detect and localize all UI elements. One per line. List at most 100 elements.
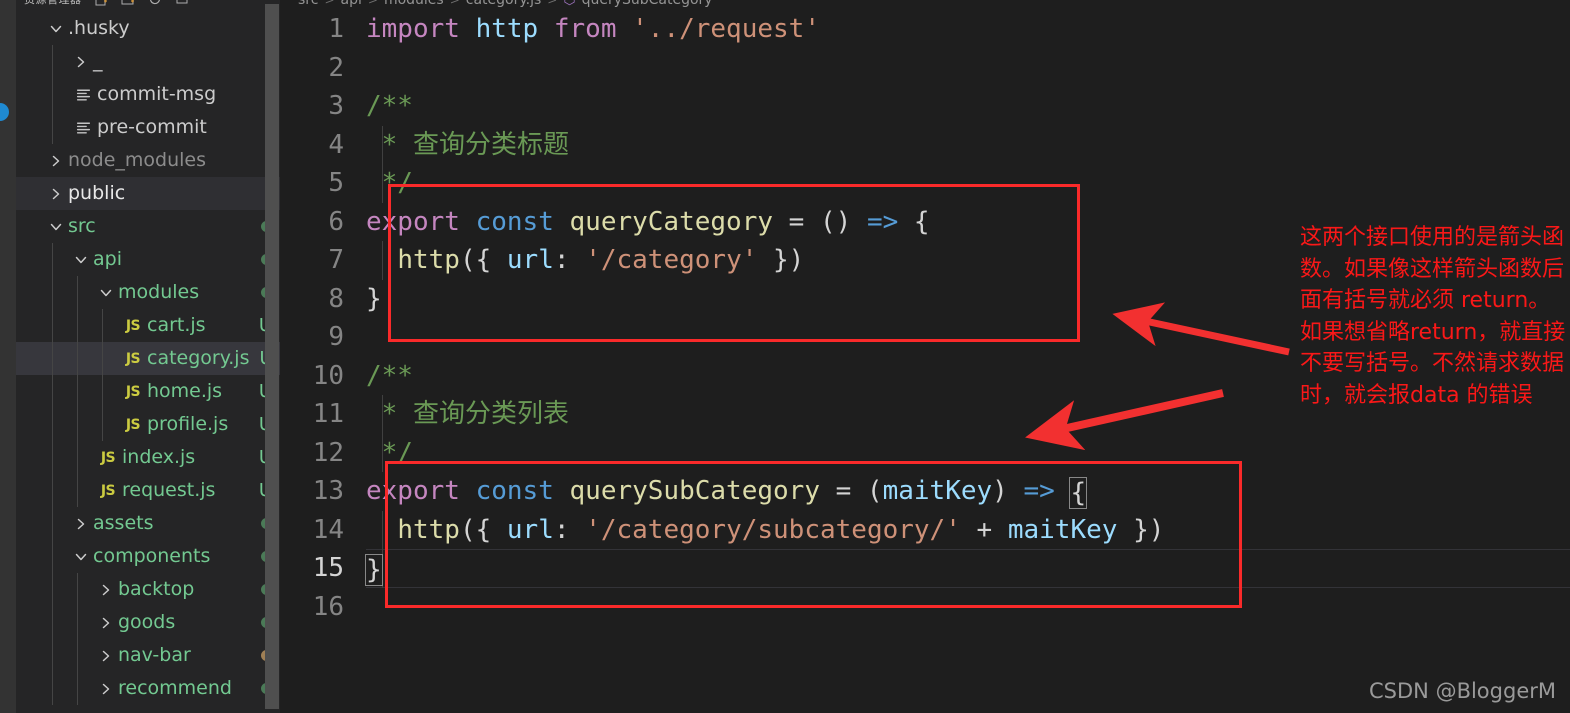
code-indent-guide [382, 510, 383, 549]
tree-item-profile-js[interactable]: JSprofile.jsU [16, 408, 280, 441]
breadcrumb-separator: > [547, 0, 558, 7]
line-number: 5 [328, 168, 344, 199]
code-token: queryCategory [569, 206, 774, 237]
tree-item-commit-msg[interactable]: commit-msg [16, 78, 280, 111]
code-text: export const querySubCategory = (maitKey… [366, 472, 1570, 511]
tree-item-category-js[interactable]: JScategory.jsU [16, 342, 280, 375]
tree-item-home-js[interactable]: JShome.jsU [16, 375, 280, 408]
code-token: + [960, 514, 1008, 545]
tree-item-label: goods [118, 611, 176, 633]
breadcrumb-separator: > [449, 0, 460, 7]
indent-guide [52, 540, 53, 573]
breadcrumb-item[interactable]: modules [384, 0, 444, 8]
new-folder-icon[interactable] [120, 0, 136, 7]
code-line[interactable]: 14 http({ url: '/category/subcategory/' … [280, 510, 1570, 549]
tree-item-nav-bar[interactable]: nav-bar [16, 639, 280, 672]
sidebar-scrollbar-thumb[interactable] [265, 4, 279, 709]
indent-guide [77, 606, 78, 639]
chevron-down-icon[interactable] [71, 243, 91, 276]
chevron-down-icon[interactable] [46, 12, 66, 45]
tree-item-pre-commit[interactable]: pre-commit [16, 111, 280, 144]
tree-item-src[interactable]: src [16, 210, 280, 243]
tree-item-label: cart.js [147, 314, 206, 336]
tree-item-modules[interactable]: modules [16, 276, 280, 309]
chevron-right-icon[interactable] [96, 672, 116, 705]
code-line[interactable]: 15} [280, 549, 1570, 588]
breadcrumb-item[interactable]: querySubCategory [582, 0, 713, 8]
chevron-down-icon[interactable] [96, 276, 116, 309]
tree-item-node-modules[interactable]: node_modules [16, 144, 280, 177]
tree-item-cart-js[interactable]: JScart.jsU [16, 309, 280, 342]
indent-guide [77, 573, 78, 606]
code-line[interactable]: 3 /** [280, 87, 1570, 126]
tree-item--[interactable]: _ [16, 45, 280, 78]
chevron-right-icon[interactable] [96, 606, 116, 639]
chevron-right-icon[interactable] [96, 573, 116, 606]
tree-item-public[interactable]: public [16, 177, 280, 210]
chevron-down-icon[interactable] [46, 210, 66, 243]
breadcrumb-item[interactable]: api [341, 0, 362, 8]
chevron-right-icon[interactable] [96, 639, 116, 672]
collapse-all-icon[interactable] [174, 0, 190, 7]
tree-item-recommend[interactable]: recommend [16, 672, 280, 705]
indent-guide [52, 573, 53, 606]
code-line[interactable]: 1 import http from '../request' [280, 10, 1570, 49]
indent-guide [52, 309, 53, 342]
file-tree[interactable]: .husky _ commit-msg pre-commit node_modules p… [16, 12, 280, 705]
line-number: 4 [328, 129, 344, 160]
breadcrumb-item[interactable]: category.js [466, 0, 542, 8]
breadcrumb-item[interactable]: src [298, 0, 318, 8]
sidebar-scrollbar[interactable] [265, 0, 280, 713]
tree-item--husky[interactable]: .husky [16, 12, 280, 45]
code-line[interactable]: 2 [280, 49, 1570, 88]
code-token: http [397, 245, 460, 275]
chevron-right-icon[interactable] [46, 144, 66, 177]
chevron-down-icon[interactable] [71, 540, 91, 573]
js-file-icon: JS [125, 350, 141, 367]
active-line-border [366, 549, 1570, 550]
code-token: }) [1117, 514, 1165, 545]
code-line[interactable]: 5 */ [280, 164, 1570, 203]
symbol-icon: ⬡ [563, 0, 576, 8]
new-file-icon[interactable] [93, 0, 109, 7]
tree-item-components[interactable]: components [16, 540, 280, 573]
refresh-icon[interactable] [147, 0, 163, 7]
line-number: 13 [312, 476, 344, 507]
bracket-match: } [365, 554, 383, 586]
tree-item-goods[interactable]: goods [16, 606, 280, 639]
tree-item-api[interactable]: api [16, 243, 280, 276]
line-number: 14 [312, 514, 344, 545]
chevron-right-icon[interactable] [46, 177, 66, 210]
line-number: 2 [328, 52, 344, 83]
code-line[interactable]: 12 */ [280, 433, 1570, 472]
indent-guide [102, 408, 103, 441]
tree-item-request-js[interactable]: JSrequest.jsU [16, 474, 280, 507]
code-line[interactable]: 13 export const querySubCategory = (maitK… [280, 472, 1570, 511]
code-token: const [475, 476, 554, 506]
tree-item-label: modules [118, 281, 200, 303]
chevron-right-icon[interactable] [71, 45, 91, 78]
tree-item-index-js[interactable]: JSindex.jsU [16, 441, 280, 474]
activity-badge [0, 103, 9, 121]
code-token: : [553, 245, 586, 275]
code-line[interactable]: 4 * 查询分类标题 [280, 125, 1570, 164]
code-token: /** [366, 91, 413, 121]
activity-bar[interactable] [0, 0, 16, 713]
code-text: } [365, 549, 1570, 588]
tree-item-backtop[interactable]: backtop [16, 573, 280, 606]
breadcrumb[interactable]: src > api > modules > category.js > ⬡ querySubCa… [298, 0, 713, 8]
code-indent-guide [382, 433, 383, 472]
tree-item-assets[interactable]: assets [16, 507, 280, 540]
code-token: querySubCategory [569, 476, 820, 506]
code-token: from [553, 14, 617, 44]
code-line[interactable]: 16 [280, 588, 1570, 627]
indent-guide [52, 606, 53, 639]
chevron-right-icon[interactable] [71, 507, 91, 540]
tree-item-label: profile.js [147, 413, 229, 435]
